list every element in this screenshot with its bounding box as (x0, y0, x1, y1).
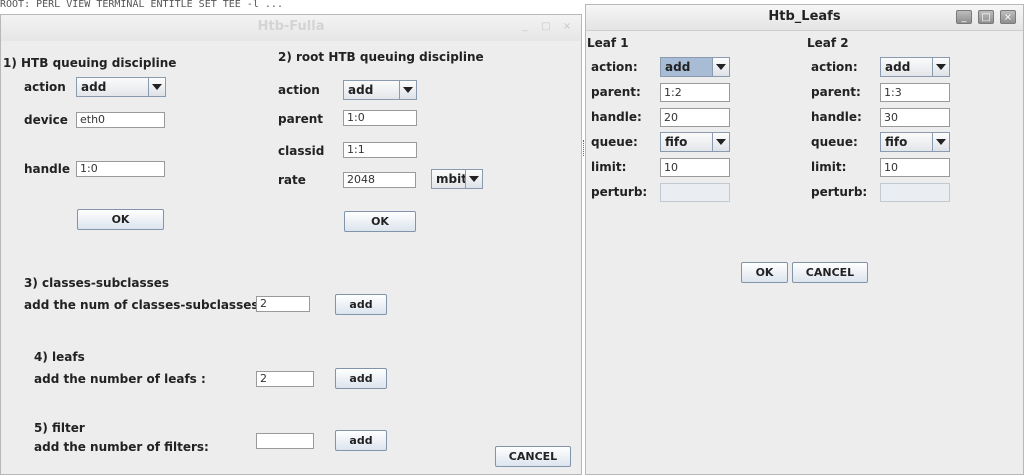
leaf2-limit-label: limit: (811, 160, 847, 174)
maximize-icon[interactable]: □ (978, 10, 994, 24)
htb-handle-input[interactable]: 1:0 (76, 161, 165, 177)
root-parent-label: parent (278, 112, 324, 126)
classes-prompt: add the num of classes-subclasses: (24, 298, 264, 312)
leaf2-action-label: action: (811, 60, 858, 74)
leafs-ok-button[interactable]: OK (741, 262, 788, 283)
leaf2-parent-label: parent: (811, 85, 861, 99)
root-rate-input[interactable]: 2048 (343, 172, 416, 188)
chevron-down-icon[interactable] (712, 58, 729, 76)
chevron-down-icon[interactable] (932, 133, 949, 151)
leaf2-limit-input[interactable]: 10 (880, 158, 950, 177)
htb-ok-button[interactable]: OK (77, 209, 164, 230)
htb-device-input[interactable]: eth0 (76, 112, 165, 128)
filters-count-input[interactable] (256, 433, 314, 449)
window-title: Htb_Leafs (768, 9, 841, 24)
close-icon[interactable]: × (1000, 10, 1016, 24)
cancel-button[interactable]: CANCEL (495, 446, 571, 467)
leaf1-handle-input[interactable]: 20 (660, 108, 730, 127)
chevron-down-icon[interactable] (712, 133, 729, 151)
leaf1-perturb-input (660, 183, 730, 202)
filters-prompt: add the number of filters: (34, 440, 209, 454)
root-action-select[interactable]: add (343, 80, 417, 100)
leafs-add-button[interactable]: add (335, 368, 387, 389)
window-title-bar[interactable]: Htb-Fulla (1, 15, 581, 41)
background-terminal-text: ROOT: PERL VIEW TERMINAL ENTITLE SET TEE… (0, 0, 283, 10)
chevron-down-icon[interactable] (932, 58, 949, 76)
leaf2-action-select[interactable]: add (880, 57, 950, 77)
htb-action-label: action (24, 80, 66, 94)
section4-title: 4) leafs (34, 350, 85, 364)
htb-leafs-window: Htb_Leafs _ □ × Leaf 1 action: add paren… (585, 4, 1024, 475)
section5-title: 5) filter (34, 421, 85, 435)
leaf1-header: Leaf 1 (587, 36, 629, 50)
htb-fulla-window: Htb-Fulla _ □ × 1) HTB queuing disciplin… (0, 14, 582, 475)
chevron-down-icon[interactable] (148, 78, 165, 96)
root-ok-button[interactable]: OK (344, 211, 416, 232)
chevron-down-icon[interactable] (399, 81, 416, 99)
close-icon[interactable]: × (559, 20, 575, 34)
htb-action-select[interactable]: add (76, 77, 166, 97)
root-parent-input[interactable]: 1:0 (343, 110, 417, 126)
leaf2-handle-input[interactable]: 30 (880, 108, 950, 127)
leaf1-limit-input[interactable]: 10 (660, 158, 730, 177)
classes-add-button[interactable]: add (335, 294, 387, 315)
chevron-down-icon[interactable] (465, 170, 482, 188)
leaf2-queue-label: queue: (811, 135, 858, 149)
filters-add-button[interactable]: add (335, 430, 387, 451)
root-classid-input[interactable]: 1:1 (343, 142, 417, 158)
minimize-icon[interactable]: _ (517, 20, 533, 34)
leaf2-perturb-label: perturb: (811, 185, 868, 199)
leaf2-header: Leaf 2 (807, 36, 849, 50)
section1-title: 1) HTB queuing discipline (3, 56, 177, 70)
maximize-icon[interactable]: □ (538, 20, 554, 34)
leaf1-perturb-label: perturb: (591, 185, 648, 199)
leafs-count-input[interactable]: 2 (256, 371, 314, 387)
leaf1-queue-select[interactable]: fifo (660, 132, 730, 152)
leaf1-action-select[interactable]: add (660, 57, 730, 77)
section2-title: 2) root HTB queuing discipline (278, 50, 484, 64)
leafs-prompt: add the number of leafs : (34, 372, 206, 386)
minimize-icon[interactable]: _ (956, 10, 972, 24)
leaf2-handle-label: handle: (811, 110, 862, 124)
htb-handle-label: handle (24, 162, 71, 176)
leaf1-handle-label: handle: (591, 110, 642, 124)
section3-title: 3) classes-subclasses (24, 276, 170, 290)
leaf1-limit-label: limit: (591, 160, 627, 174)
root-classid-label: classid (278, 144, 325, 158)
htb-device-label: device (24, 113, 68, 127)
root-rate-label: rate (278, 173, 306, 187)
classes-count-input[interactable]: 2 (256, 296, 310, 312)
window-title: Htb-Fulla (257, 19, 325, 34)
leaf2-parent-input[interactable]: 1:3 (880, 83, 950, 102)
leaf1-parent-input[interactable]: 1:2 (660, 83, 730, 102)
rate-unit-select[interactable]: mbit (431, 169, 483, 189)
leaf1-action-label: action: (591, 60, 638, 74)
leaf2-queue-select[interactable]: fifo (880, 132, 950, 152)
root-action-label: action (278, 83, 320, 97)
leaf2-perturb-input (880, 183, 950, 202)
leafs-cancel-button[interactable]: CANCEL (792, 262, 868, 283)
leaf1-parent-label: parent: (591, 85, 641, 99)
leaf1-queue-label: queue: (591, 135, 638, 149)
